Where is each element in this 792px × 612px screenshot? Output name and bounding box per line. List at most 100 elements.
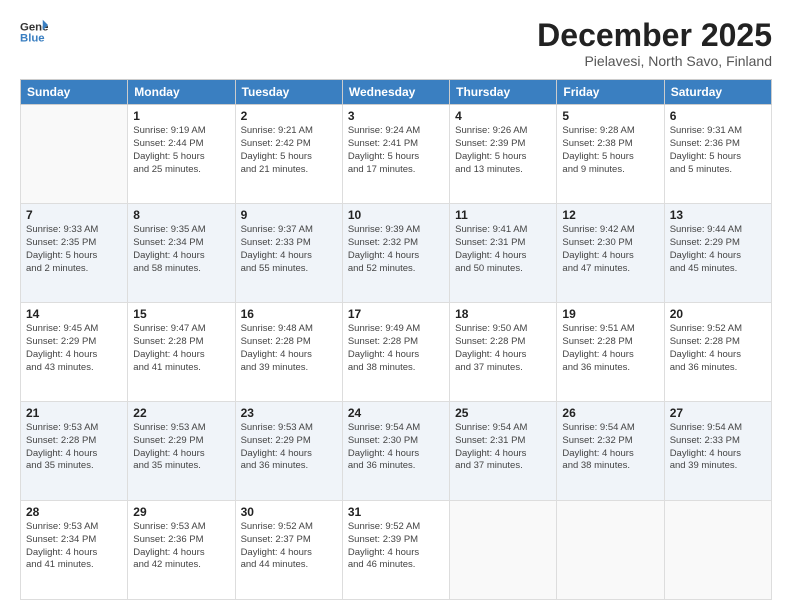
calendar-subtitle: Pielavesi, North Savo, Finland — [537, 53, 772, 69]
svg-text:Blue: Blue — [20, 33, 45, 45]
day-info: Sunrise: 9:37 AM Sunset: 2:33 PM Dayligh… — [241, 224, 337, 275]
day-number: 25 — [455, 406, 551, 420]
day-info: Sunrise: 9:52 AM Sunset: 2:37 PM Dayligh… — [241, 521, 337, 572]
day-number: 31 — [348, 505, 444, 519]
day-info: Sunrise: 9:21 AM Sunset: 2:42 PM Dayligh… — [241, 125, 337, 176]
table-row: 9 Sunrise: 9:37 AM Sunset: 2:33 PM Daylig… — [235, 204, 342, 303]
weekday-header-row: Sunday Monday Tuesday Wednesday Thursday… — [21, 80, 772, 105]
day-number: 9 — [241, 208, 337, 222]
day-number: 14 — [26, 307, 122, 321]
table-row: 18Sunrise: 9:50 AM Sunset: 2:28 PM Dayli… — [450, 303, 557, 402]
table-row: 11 Sunrise: 9:41 AM Sunset: 2:31 PM Dayli… — [450, 204, 557, 303]
calendar-week-row: 1 Sunrise: 9:19 AM Sunset: 2:44 PM Daylig… — [21, 105, 772, 204]
table-row: 13 Sunrise: 9:44 AM Sunset: 2:29 PM Dayli… — [664, 204, 771, 303]
day-number: 26 — [562, 406, 658, 420]
day-number: 8 — [133, 208, 229, 222]
day-info: Sunrise: 9:54 AM Sunset: 2:31 PM Dayligh… — [455, 422, 551, 473]
day-number: 13 — [670, 208, 766, 222]
table-row: 29 Sunrise: 9:53 AM Sunset: 2:36 PM Dayli… — [128, 501, 235, 600]
table-row — [450, 501, 557, 600]
calendar-title: December 2025 — [537, 18, 772, 53]
day-info: Sunrise: 9:54 AM Sunset: 2:30 PM Dayligh… — [348, 422, 444, 473]
table-row: 24 Sunrise: 9:54 AM Sunset: 2:30 PM Dayli… — [342, 402, 449, 501]
day-info: Sunrise: 9:51 AM Sunset: 2:28 PM Dayligh… — [562, 323, 658, 374]
day-number: 6 — [670, 109, 766, 123]
day-info: Sunrise: 9:24 AM Sunset: 2:41 PM Dayligh… — [348, 125, 444, 176]
table-row: 26 Sunrise: 9:54 AM Sunset: 2:32 PM Dayli… — [557, 402, 664, 501]
header: General Blue December 2025 Pielavesi, No… — [20, 18, 772, 69]
table-row: 12 Sunrise: 9:42 AM Sunset: 2:30 PM Dayli… — [557, 204, 664, 303]
day-number: 19 — [562, 307, 658, 321]
table-row: 16 Sunrise: 9:48 AM Sunset: 2:28 PM Dayli… — [235, 303, 342, 402]
table-row: 14 Sunrise: 9:45 AM Sunset: 2:29 PM Dayli… — [21, 303, 128, 402]
table-row — [557, 501, 664, 600]
day-number: 17 — [348, 307, 444, 321]
day-number: 12 — [562, 208, 658, 222]
table-row: 22 Sunrise: 9:53 AM Sunset: 2:29 PM Dayli… — [128, 402, 235, 501]
day-info: Sunrise: 9:28 AM Sunset: 2:38 PM Dayligh… — [562, 125, 658, 176]
table-row: 30 Sunrise: 9:52 AM Sunset: 2:37 PM Dayli… — [235, 501, 342, 600]
header-monday: Monday — [128, 80, 235, 105]
day-number: 1 — [133, 109, 229, 123]
calendar-week-row: 28Sunrise: 9:53 AM Sunset: 2:34 PM Dayli… — [21, 501, 772, 600]
table-row: 31 Sunrise: 9:52 AM Sunset: 2:39 PM Dayli… — [342, 501, 449, 600]
header-friday: Friday — [557, 80, 664, 105]
day-info: Sunrise: 9:54 AM Sunset: 2:33 PM Dayligh… — [670, 422, 766, 473]
day-info: Sunrise: 9:44 AM Sunset: 2:29 PM Dayligh… — [670, 224, 766, 275]
table-row: 3 Sunrise: 9:24 AM Sunset: 2:41 PM Daylig… — [342, 105, 449, 204]
day-info: Sunrise: 9:42 AM Sunset: 2:30 PM Dayligh… — [562, 224, 658, 275]
table-row: 7 Sunrise: 9:33 AM Sunset: 2:35 PM Daylig… — [21, 204, 128, 303]
day-info: Sunrise: 9:50 AM Sunset: 2:28 PM Dayligh… — [455, 323, 551, 374]
table-row: 1 Sunrise: 9:19 AM Sunset: 2:44 PM Daylig… — [128, 105, 235, 204]
day-info: Sunrise: 9:53 AM Sunset: 2:29 PM Dayligh… — [133, 422, 229, 473]
day-number: 2 — [241, 109, 337, 123]
day-number: 29 — [133, 505, 229, 519]
table-row: 4Sunrise: 9:26 AM Sunset: 2:39 PM Daylig… — [450, 105, 557, 204]
day-number: 24 — [348, 406, 444, 420]
header-tuesday: Tuesday — [235, 80, 342, 105]
header-sunday: Sunday — [21, 80, 128, 105]
logo: General Blue — [20, 18, 48, 46]
table-row — [21, 105, 128, 204]
day-number: 21 — [26, 406, 122, 420]
day-number: 5 — [562, 109, 658, 123]
calendar-week-row: 14 Sunrise: 9:45 AM Sunset: 2:29 PM Dayli… — [21, 303, 772, 402]
calendar-table: Sunday Monday Tuesday Wednesday Thursday… — [20, 79, 772, 600]
table-row: 21Sunrise: 9:53 AM Sunset: 2:28 PM Dayli… — [21, 402, 128, 501]
table-row: 10Sunrise: 9:39 AM Sunset: 2:32 PM Dayli… — [342, 204, 449, 303]
day-info: Sunrise: 9:53 AM Sunset: 2:36 PM Dayligh… — [133, 521, 229, 572]
table-row: 8Sunrise: 9:35 AM Sunset: 2:34 PM Daylig… — [128, 204, 235, 303]
day-info: Sunrise: 9:52 AM Sunset: 2:28 PM Dayligh… — [670, 323, 766, 374]
day-info: Sunrise: 9:31 AM Sunset: 2:36 PM Dayligh… — [670, 125, 766, 176]
day-number: 16 — [241, 307, 337, 321]
header-thursday: Thursday — [450, 80, 557, 105]
day-info: Sunrise: 9:47 AM Sunset: 2:28 PM Dayligh… — [133, 323, 229, 374]
day-info: Sunrise: 9:41 AM Sunset: 2:31 PM Dayligh… — [455, 224, 551, 275]
header-saturday: Saturday — [664, 80, 771, 105]
day-number: 27 — [670, 406, 766, 420]
day-number: 11 — [455, 208, 551, 222]
day-number: 7 — [26, 208, 122, 222]
day-number: 22 — [133, 406, 229, 420]
day-info: Sunrise: 9:33 AM Sunset: 2:35 PM Dayligh… — [26, 224, 122, 275]
table-row — [664, 501, 771, 600]
table-row: 15Sunrise: 9:47 AM Sunset: 2:28 PM Dayli… — [128, 303, 235, 402]
table-row: 25 Sunrise: 9:54 AM Sunset: 2:31 PM Dayli… — [450, 402, 557, 501]
title-block: December 2025 Pielavesi, North Savo, Fin… — [537, 18, 772, 69]
day-info: Sunrise: 9:52 AM Sunset: 2:39 PM Dayligh… — [348, 521, 444, 572]
day-info: Sunrise: 9:26 AM Sunset: 2:39 PM Dayligh… — [455, 125, 551, 176]
day-info: Sunrise: 9:54 AM Sunset: 2:32 PM Dayligh… — [562, 422, 658, 473]
day-info: Sunrise: 9:48 AM Sunset: 2:28 PM Dayligh… — [241, 323, 337, 374]
day-info: Sunrise: 9:19 AM Sunset: 2:44 PM Dayligh… — [133, 125, 229, 176]
day-number: 23 — [241, 406, 337, 420]
day-info: Sunrise: 9:53 AM Sunset: 2:34 PM Dayligh… — [26, 521, 122, 572]
day-number: 10 — [348, 208, 444, 222]
day-number: 3 — [348, 109, 444, 123]
table-row: 17Sunrise: 9:49 AM Sunset: 2:28 PM Dayli… — [342, 303, 449, 402]
day-number: 30 — [241, 505, 337, 519]
logo-icon: General Blue — [20, 18, 48, 46]
table-row: 5 Sunrise: 9:28 AM Sunset: 2:38 PM Daylig… — [557, 105, 664, 204]
header-wednesday: Wednesday — [342, 80, 449, 105]
day-info: Sunrise: 9:45 AM Sunset: 2:29 PM Dayligh… — [26, 323, 122, 374]
table-row: 2 Sunrise: 9:21 AM Sunset: 2:42 PM Daylig… — [235, 105, 342, 204]
